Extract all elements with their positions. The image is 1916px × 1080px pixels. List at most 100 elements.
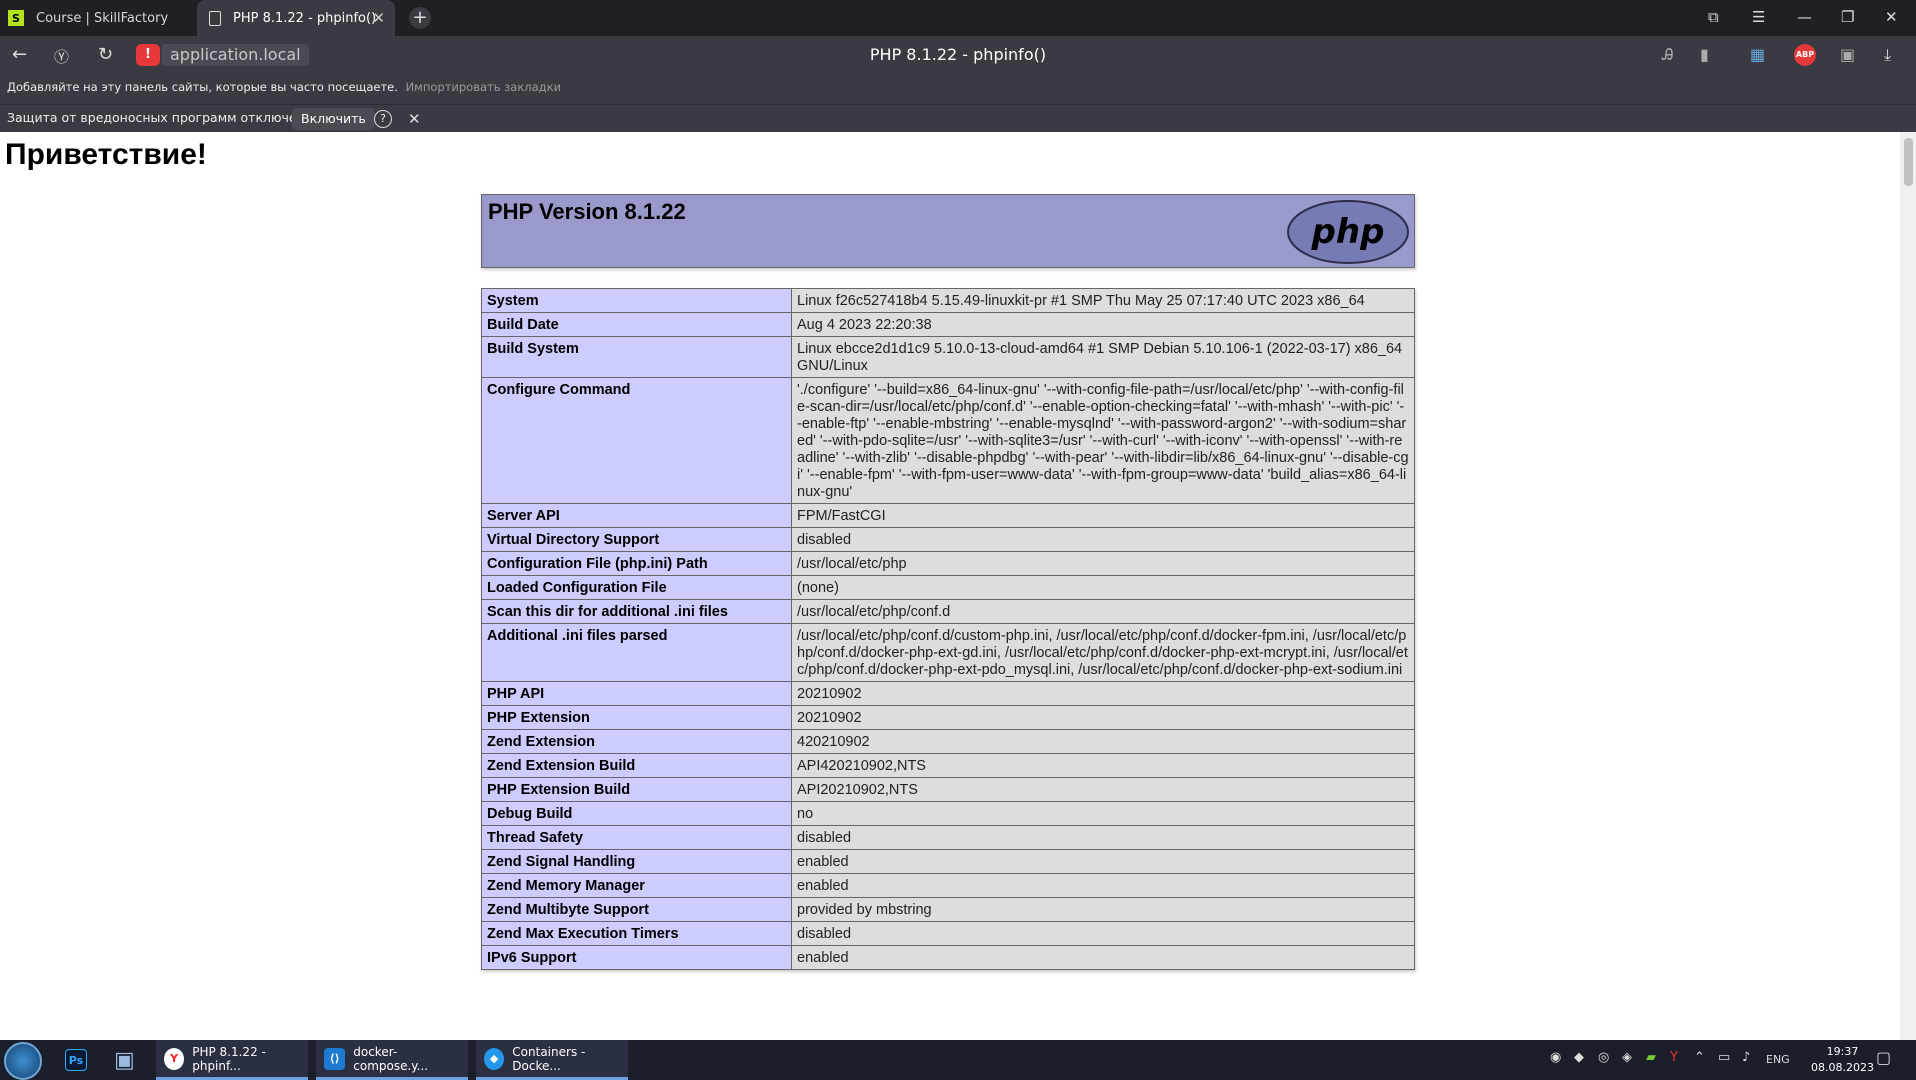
clock-time: 19:37 bbox=[1826, 1045, 1859, 1058]
info-key: Zend Extension bbox=[481, 729, 792, 754]
bookmarks-hint: Добавляйте на эту панель сайты, которые … bbox=[7, 80, 398, 94]
menu-icon[interactable]: ☰ bbox=[1752, 8, 1765, 26]
info-row: Zend Extension Build API420210902,NTS bbox=[481, 753, 1415, 778]
extension-icon[interactable]: ▦ bbox=[1750, 45, 1765, 64]
info-row: Build Date Aug 4 2023 22:20:38 bbox=[481, 312, 1415, 337]
info-value: API420210902,NTS bbox=[791, 753, 1415, 778]
tab-label: Course | SkillFactory bbox=[36, 10, 169, 26]
info-key: Zend Signal Handling bbox=[481, 849, 792, 874]
info-row: PHP Extension Build API20210902,NTS bbox=[481, 777, 1415, 802]
php-version-header: PHP Version 8.1.22 php bbox=[481, 194, 1415, 268]
info-key: Additional .ini files parsed bbox=[481, 623, 792, 682]
discord-tray-icon[interactable]: ◉ bbox=[1550, 1050, 1561, 1065]
download-icon[interactable]: ⤓ bbox=[1884, 45, 1891, 65]
taskbar-browser[interactable]: Y PHP 8.1.22 - phpinf... bbox=[156, 1040, 308, 1080]
vscode-icon: ⟨⟩ bbox=[324, 1047, 346, 1070]
info-value: no bbox=[791, 801, 1415, 826]
info-row: Zend Extension 420210902 bbox=[481, 729, 1415, 754]
notifications-icon[interactable]: ▢ bbox=[1876, 1048, 1891, 1067]
info-value: './configure' '--build=x86_64-linux-gnu'… bbox=[791, 377, 1415, 504]
chevron-up-icon[interactable]: ⌃ bbox=[1694, 1050, 1705, 1065]
close-notice-icon[interactable]: ✕ bbox=[408, 106, 421, 132]
info-key: Zend Extension Build bbox=[481, 753, 792, 778]
info-row: Additional .ini files parsed/usr/local/e… bbox=[481, 623, 1415, 682]
info-row: Build System Linux ebcce2d1d1c9 5.10.0-13… bbox=[481, 336, 1415, 378]
info-row: System Linux f26c527418b4 5.15.49-linuxki… bbox=[481, 288, 1415, 313]
info-value: 20210902 bbox=[791, 705, 1415, 730]
page-title: PHP 8.1.22 - phpinfo() bbox=[869, 45, 1047, 64]
close-tab-icon[interactable]: ✕ bbox=[372, 9, 385, 27]
minimize-icon[interactable]: — bbox=[1797, 8, 1812, 26]
translate-icon[interactable]: Ꭿ bbox=[1662, 45, 1674, 65]
yandex-browser-icon: Y bbox=[164, 1047, 185, 1070]
import-bookmarks-link[interactable]: Импортировать закладки bbox=[406, 80, 561, 94]
scrollbar[interactable] bbox=[1900, 132, 1916, 1040]
info-row: Server API FPM/FastCGI bbox=[481, 503, 1415, 528]
info-value: Aug 4 2023 22:20:38 bbox=[791, 312, 1415, 337]
info-row: Debug Build no bbox=[481, 801, 1415, 826]
page-content: Приветствие! PHP Version 8.1.22 php Syst… bbox=[0, 132, 1900, 1040]
bookmarks-bar: Добавляйте на эту панель сайты, которые … bbox=[0, 76, 1916, 104]
php-version-title: PHP Version 8.1.22 bbox=[488, 199, 686, 224]
tab-phpinfo[interactable]: PHP 8.1.22 - phpinfo() ✕ bbox=[197, 0, 395, 36]
bookmark-icon[interactable]: ▮ bbox=[1700, 45, 1709, 64]
tabs-icon[interactable]: ⧉ bbox=[1708, 8, 1719, 26]
close-window-icon[interactable]: ✕ bbox=[1885, 8, 1898, 26]
enable-protection-button[interactable]: Включить bbox=[292, 108, 375, 130]
php-logo: php bbox=[1287, 200, 1409, 264]
language-indicator[interactable]: ENG bbox=[1766, 1053, 1790, 1066]
taskbar-vscode[interactable]: ⟨⟩ docker-compose.y... bbox=[316, 1040, 468, 1080]
info-key: Loaded Configuration File bbox=[481, 575, 792, 600]
taskbar-docker[interactable]: ◆ Containers - Docke... bbox=[476, 1040, 628, 1080]
steam-tray-icon[interactable]: ◎ bbox=[1598, 1050, 1609, 1065]
tab-skillfactory[interactable]: S Course | SkillFactory bbox=[0, 0, 196, 36]
info-key: Debug Build bbox=[481, 801, 792, 826]
volume-icon[interactable]: ♪ bbox=[1742, 1050, 1750, 1065]
info-row: Configuration File (php.ini) Path/usr/lo… bbox=[481, 551, 1415, 576]
taskbar: Ps ▣ Y PHP 8.1.22 - phpinf... ⟨⟩ docker-… bbox=[0, 1040, 1916, 1080]
info-row: Scan this dir for additional .ini files /… bbox=[481, 599, 1415, 624]
clock-date: 08.08.2023 bbox=[1811, 1061, 1874, 1074]
info-row: Zend Multibyte Support provided by mbstri… bbox=[481, 897, 1415, 922]
info-key: IPv6 Support bbox=[481, 945, 792, 970]
protection-notice-bar: Защита от вредоносных программ отключена… bbox=[0, 104, 1916, 132]
app-tray-icon[interactable]: ◈ bbox=[1622, 1050, 1632, 1065]
info-row: Zend Max Execution Timers disabled bbox=[481, 921, 1415, 946]
info-value: enabled bbox=[791, 849, 1415, 874]
info-row: Zend Memory Manager enabled bbox=[481, 873, 1415, 898]
info-row: Zend Signal Handling enabled bbox=[481, 849, 1415, 874]
info-key: Zend Max Execution Timers bbox=[481, 921, 792, 946]
nvidia-tray-icon[interactable]: ▰ bbox=[1646, 1050, 1656, 1065]
docker-tray-icon[interactable]: ◆ bbox=[1574, 1050, 1584, 1065]
info-value: /usr/local/etc/php/conf.d bbox=[791, 599, 1415, 624]
photoshop-icon: Ps bbox=[65, 1049, 87, 1071]
php-info-table: System Linux f26c527418b4 5.15.49-linuxki… bbox=[481, 288, 1415, 970]
start-button[interactable] bbox=[4, 1042, 42, 1080]
greeting-heading: Приветствие! bbox=[5, 138, 207, 171]
photoshop-taskbar-icon[interactable]: Ps bbox=[60, 1040, 92, 1080]
info-row: Thread Safety disabled bbox=[481, 825, 1415, 850]
info-row: Virtual Directory Support disabled bbox=[481, 527, 1415, 552]
taskbar-label: Containers - Docke... bbox=[512, 1044, 586, 1073]
restore-icon[interactable]: ❐ bbox=[1841, 8, 1854, 26]
floppy-icon: ▣ bbox=[114, 1047, 135, 1073]
yandex-tray-icon[interactable]: Y bbox=[1670, 1050, 1678, 1065]
network-icon[interactable]: ▭ bbox=[1718, 1050, 1730, 1065]
info-key: Thread Safety bbox=[481, 825, 792, 850]
clock[interactable]: 19:37 08.08.2023 bbox=[1811, 1044, 1874, 1076]
collections-icon[interactable]: ▣ bbox=[1840, 45, 1855, 64]
info-key: PHP Extension bbox=[481, 705, 792, 730]
adblock-icon[interactable]: ABP bbox=[1794, 44, 1816, 66]
info-value: API20210902,NTS bbox=[791, 777, 1415, 802]
info-row: PHP API 20210902 bbox=[481, 681, 1415, 706]
skillfactory-icon: S bbox=[8, 10, 24, 26]
info-row: PHP Extension 20210902 bbox=[481, 705, 1415, 730]
save-taskbar-icon[interactable]: ▣ bbox=[110, 1040, 142, 1080]
info-key: Configuration File (php.ini) Path bbox=[481, 551, 792, 576]
info-value: enabled bbox=[791, 873, 1415, 898]
info-key: Zend Memory Manager bbox=[481, 873, 792, 898]
help-icon[interactable]: ? bbox=[374, 110, 392, 128]
scrollbar-thumb[interactable] bbox=[1904, 138, 1913, 186]
info-key: Build System bbox=[481, 336, 792, 378]
new-tab-button[interactable]: + bbox=[409, 7, 431, 29]
